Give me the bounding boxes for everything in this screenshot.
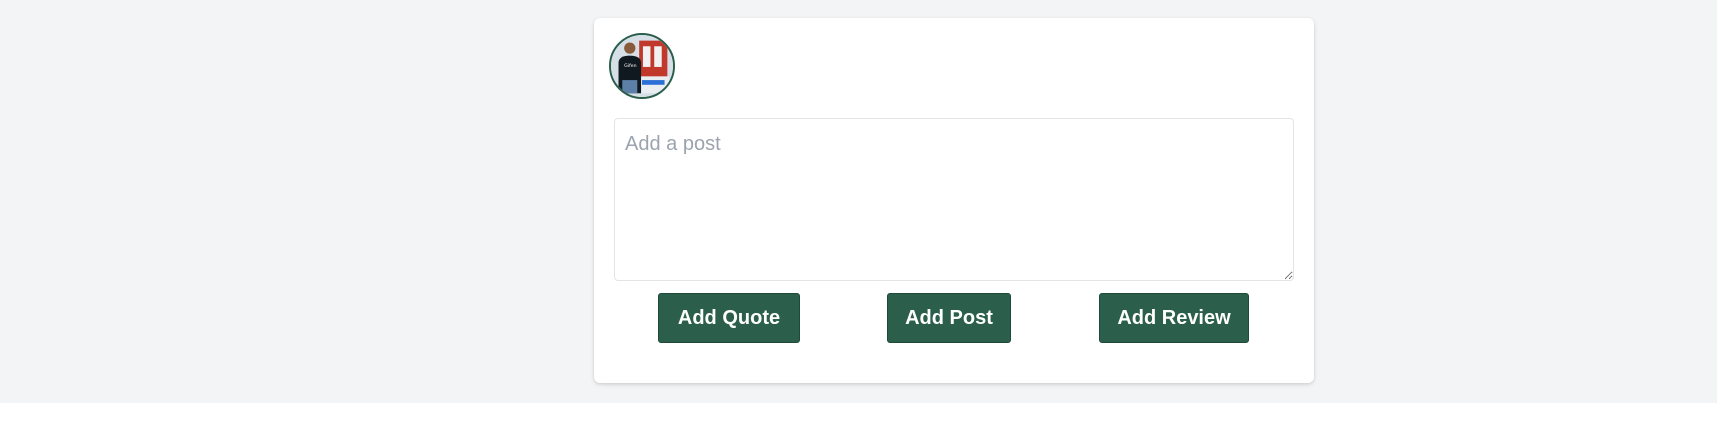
post-composer-card: Gifen Add Quote Add Post Add Review xyxy=(594,18,1314,383)
add-quote-button[interactable]: Add Quote xyxy=(658,293,800,343)
add-post-button[interactable]: Add Post xyxy=(887,293,1011,343)
add-review-button[interactable]: Add Review xyxy=(1099,293,1249,343)
avatar-photo-icon: Gifen xyxy=(611,35,673,97)
user-avatar[interactable]: Gifen xyxy=(609,33,675,99)
post-textarea[interactable] xyxy=(614,118,1294,281)
svg-text:Gifen: Gifen xyxy=(624,63,636,69)
